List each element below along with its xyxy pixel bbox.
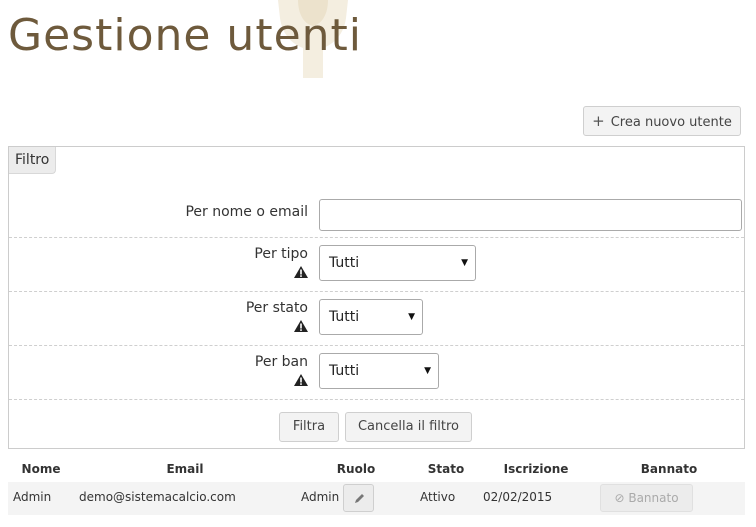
column-header-state[interactable]: Stato bbox=[424, 462, 468, 476]
filter-row-ban: Per ban Tutti ▼ bbox=[9, 346, 744, 400]
banned-toggle-button[interactable]: ⊘ Bannato bbox=[600, 484, 693, 512]
ban-select[interactable]: Tutti ▼ bbox=[319, 353, 439, 389]
user-role-cell: Admin bbox=[301, 490, 340, 504]
filter-row-type: Per tipo Tutti ▼ bbox=[9, 238, 744, 292]
ban-select-value: Tutti bbox=[329, 363, 360, 379]
caret-down-icon: ▼ bbox=[461, 258, 468, 268]
name-email-input[interactable] bbox=[319, 199, 742, 231]
filter-panel: Filtro Per nome o email Per tipo Tutti ▼… bbox=[8, 146, 745, 449]
state-label: Per stato bbox=[245, 300, 308, 316]
clear-filter-button[interactable]: Cancella il filtro bbox=[345, 412, 472, 442]
ban-circle-icon: ⊘ bbox=[614, 491, 625, 505]
pencil-icon bbox=[355, 494, 364, 503]
filter-button[interactable]: Filtra bbox=[279, 412, 339, 442]
user-signup-cell: 02/02/2015 bbox=[483, 490, 553, 504]
filter-row-name-email: Per nome o email bbox=[9, 147, 744, 238]
state-select[interactable]: Tutti ▼ bbox=[319, 299, 423, 335]
column-header-role[interactable]: Ruolo bbox=[332, 462, 380, 476]
name-email-label: Per nome o email bbox=[185, 204, 308, 220]
type-select[interactable]: Tutti ▼ bbox=[319, 245, 476, 281]
create-user-button[interactable]: + Crea nuovo utente bbox=[583, 106, 741, 136]
user-name-cell: Admin bbox=[13, 490, 52, 504]
page-title: Gestione utenti bbox=[8, 10, 363, 61]
ban-label: Per ban bbox=[254, 354, 308, 370]
caret-down-icon: ▼ bbox=[408, 312, 415, 322]
caret-down-icon: ▼ bbox=[424, 366, 431, 376]
warning-icon bbox=[294, 320, 308, 332]
banned-button-label: Bannato bbox=[628, 491, 679, 505]
column-header-signup[interactable]: Iscrizione bbox=[500, 462, 572, 476]
column-header-email[interactable]: Email bbox=[150, 462, 220, 476]
warning-icon bbox=[294, 266, 308, 278]
type-label: Per tipo bbox=[254, 246, 308, 262]
plus-icon: + bbox=[592, 112, 605, 130]
type-select-value: Tutti bbox=[329, 255, 360, 271]
user-state-cell: Attivo bbox=[420, 490, 456, 504]
user-email-cell: demo@sistemacalcio.com bbox=[79, 490, 236, 504]
edit-role-button[interactable] bbox=[343, 484, 374, 512]
column-header-name[interactable]: Nome bbox=[20, 462, 62, 476]
state-select-value: Tutti bbox=[329, 309, 360, 325]
warning-icon bbox=[294, 374, 308, 386]
filter-row-state: Per stato Tutti ▼ bbox=[9, 292, 744, 346]
column-header-banned[interactable]: Bannato bbox=[636, 462, 702, 476]
create-user-label: Crea nuovo utente bbox=[610, 115, 732, 130]
